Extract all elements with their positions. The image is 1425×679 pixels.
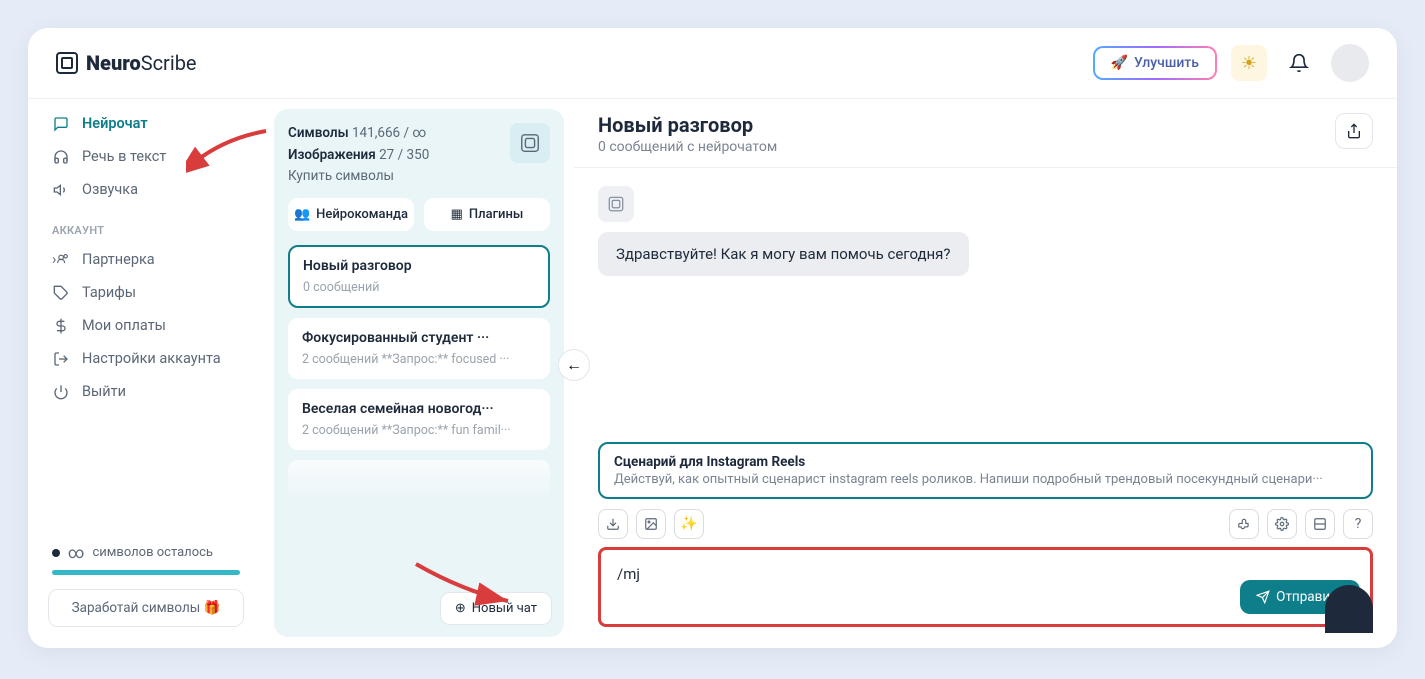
users-icon: ›: [52, 251, 70, 268]
assistant-message: Здравствуйте! Как я могу вам помочь сего…: [598, 232, 969, 276]
chat-list-panel: Символы 141,666 / ∞ Изображения 27 / 350…: [274, 109, 564, 637]
notifications-button[interactable]: [1281, 45, 1317, 81]
infinity-icon: ∞: [68, 543, 84, 562]
chat-card[interactable]: [288, 460, 550, 500]
grid-icon: ▦: [451, 207, 463, 222]
tab-neuroteam[interactable]: 👥 Нейрокоманда: [288, 198, 414, 231]
layout-button[interactable]: [1305, 509, 1335, 539]
settings-button[interactable]: [1267, 509, 1297, 539]
sidebar-item-tariffs[interactable]: Тарифы: [38, 276, 254, 309]
team-icon: 👥: [294, 207, 310, 222]
sidebar-item-voice[interactable]: Озвучка: [38, 173, 254, 206]
speaker-icon: [52, 182, 70, 198]
sidebar-item-settings[interactable]: Настройки аккаунта: [38, 342, 254, 375]
logo[interactable]: NeuroScribe: [56, 51, 197, 75]
chat-title: Новый разговор: [598, 113, 777, 137]
sidebar-item-payments[interactable]: Мои оплаты: [38, 309, 254, 342]
message-input[interactable]: [617, 565, 1354, 583]
header: NeuroScribe 🚀 Улучшить ☀: [28, 28, 1397, 99]
sidebar-item-logout[interactable]: Выйти: [38, 375, 254, 408]
attach-button[interactable]: [598, 509, 628, 539]
theme-toggle[interactable]: ☀: [1231, 45, 1267, 81]
new-chat-button[interactable]: ⊕ Новый чат: [440, 592, 552, 625]
floating-widget[interactable]: [1325, 585, 1373, 633]
chat-subtitle: 0 сообщений с нейрочатом: [598, 139, 777, 155]
logout-icon: [52, 351, 70, 367]
chat-card[interactable]: Новый разговор 0 сообщений: [288, 245, 550, 308]
arrow-left-icon: ←: [566, 355, 582, 375]
logo-icon: [56, 52, 78, 74]
share-button[interactable]: [1335, 113, 1373, 149]
send-icon: [1256, 590, 1270, 604]
sidebar-item-speech[interactable]: Речь в текст: [38, 140, 254, 173]
sidebar-item-neurochat[interactable]: Нейрочат: [38, 107, 254, 140]
messages-area: Здравствуйте! Как я могу вам помочь сего…: [574, 168, 1397, 430]
collapse-button[interactable]: ←: [558, 349, 590, 381]
puzzle-icon: [1237, 517, 1251, 531]
layout-icon: [1313, 517, 1327, 531]
rocket-icon: 🚀: [1111, 55, 1128, 71]
improve-button[interactable]: 🚀 Улучшить: [1093, 46, 1218, 80]
avatar[interactable]: [1331, 44, 1369, 82]
image-button[interactable]: [636, 509, 666, 539]
progress-bar: [52, 570, 240, 575]
image-icon: [644, 517, 658, 531]
headphones-icon: [52, 149, 70, 165]
section-account-title: АККАУНТ: [38, 206, 254, 243]
chat-card[interactable]: Веселая семейная новогод··· 2 сообщений …: [288, 389, 550, 450]
earn-symbols-button[interactable]: Заработай символы 🎁: [48, 589, 244, 627]
sun-icon: ☀: [1241, 53, 1257, 74]
prompt-template[interactable]: Сценарий для Instagram Reels Действуй, к…: [598, 442, 1373, 499]
chat-main: ← Новый разговор 0 сообщений с нейрочато…: [574, 99, 1397, 647]
share-icon: [1346, 123, 1362, 139]
bell-icon: [1289, 53, 1309, 73]
chat-icon: [52, 116, 70, 132]
help-button[interactable]: ?: [1343, 509, 1373, 539]
chat-card[interactable]: Фокусированный студент ··· 2 сообщений *…: [288, 318, 550, 379]
gear-icon: [1275, 517, 1289, 531]
tag-icon: [52, 285, 70, 301]
download-icon: [606, 517, 620, 531]
magic-button[interactable]: ✨: [674, 509, 704, 539]
power-icon: [52, 384, 70, 400]
question-icon: ?: [1355, 516, 1362, 532]
buy-symbols-link[interactable]: Купить символы: [288, 168, 429, 184]
assistant-icon: [598, 186, 634, 222]
plugin-button[interactable]: [1229, 509, 1259, 539]
wand-icon: ✨: [680, 516, 697, 532]
message-input-area: Отправить: [598, 547, 1373, 627]
symbols-remaining: ∞ символов осталось: [38, 543, 254, 562]
sidebar-item-partner[interactable]: › Партнерка: [38, 243, 254, 276]
sidebar: Нейрочат Речь в текст Озвучка АККАУНТ › …: [28, 99, 264, 647]
tab-plugins[interactable]: ▦ Плагины: [424, 198, 550, 231]
model-icon[interactable]: [510, 123, 550, 163]
dollar-icon: [52, 318, 70, 334]
plus-icon: ⊕: [455, 601, 466, 616]
